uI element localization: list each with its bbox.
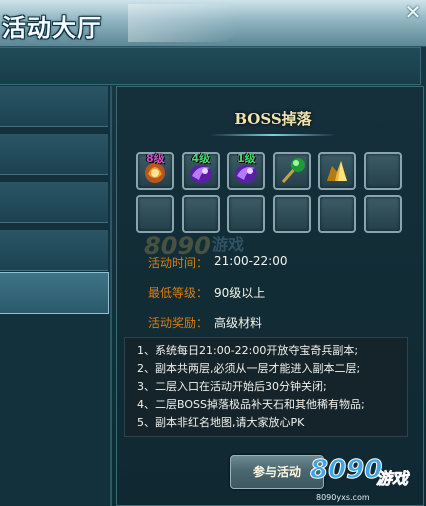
activity-list-item-selected[interactable] [0,272,109,314]
title-bar[interactable]: 活动大厅 ✕ [0,0,426,47]
activity-list [0,86,112,506]
rule-line: 5、副本非红名地图,请大家放心PK [137,416,305,429]
empty-drop-slot[interactable] [227,195,265,233]
activity-hall-window: 活动大厅 ✕ BOSS掉落 8级 4级 1级 活动时间： 21:00-22:00 最… [0,0,426,506]
activity-list-item[interactable] [0,86,108,127]
boss-drops-title: BOSS掉落 [234,110,312,128]
drop-slot[interactable] [272,152,311,190]
min-level-label: 最低等级： [148,286,209,300]
drop-slot[interactable]: 8级 [136,152,174,190]
empty-drop-slot[interactable] [363,195,402,233]
header-strip [0,47,421,85]
rule-line: 2、副本共两层,必须从一层才能进入副本二层; [137,362,361,375]
activity-rules-box: 1、系统每日21:00-22:00开放夺宝奇兵副本; 2、副本共两层,必须从一层… [124,337,408,437]
rule-line: 4、二层BOSS掉落极品补天石和其他稀有物品; [137,398,365,411]
rule-line: 1、系统每日21:00-22:00开放夺宝奇兵副本; [137,344,359,357]
activity-list-item[interactable] [0,182,108,223]
item-level-badge: 8级 [146,152,165,165]
empty-drop-slot[interactable] [363,152,402,190]
empty-drop-slot[interactable] [272,195,311,233]
empty-drop-slot[interactable] [181,195,220,233]
boss-drops-header: BOSS掉落 [166,100,380,140]
join-activity-button[interactable]: 参与活动 [230,455,324,489]
drop-slot[interactable] [318,152,356,190]
item-level-badge: 1级 [237,152,256,165]
drop-slot[interactable]: 4级 [181,152,220,190]
min-level-value: 90级以上 [214,286,266,300]
activity-time-value: 21:00-22:00 [214,254,288,268]
activity-list-item[interactable] [0,230,108,271]
empty-drop-slot[interactable] [318,195,356,233]
close-icon[interactable]: ✕ [402,1,424,23]
window-title: 活动大厅 [2,14,102,42]
drop-slot[interactable]: 1级 [227,152,265,190]
item-level-badge: 4级 [191,152,211,165]
rule-line: 3、二层入口在活动开始后30分钟关闭; [137,380,327,393]
activity-list-item[interactable] [0,134,108,175]
empty-drop-slot[interactable] [136,195,174,233]
activity-reward-label: 活动奖励： [148,316,209,330]
title-ornament [128,4,238,42]
activity-reward-value: 高级材料 [214,316,263,330]
activity-time-label: 活动时间： [148,256,209,270]
title-underline [210,134,336,136]
